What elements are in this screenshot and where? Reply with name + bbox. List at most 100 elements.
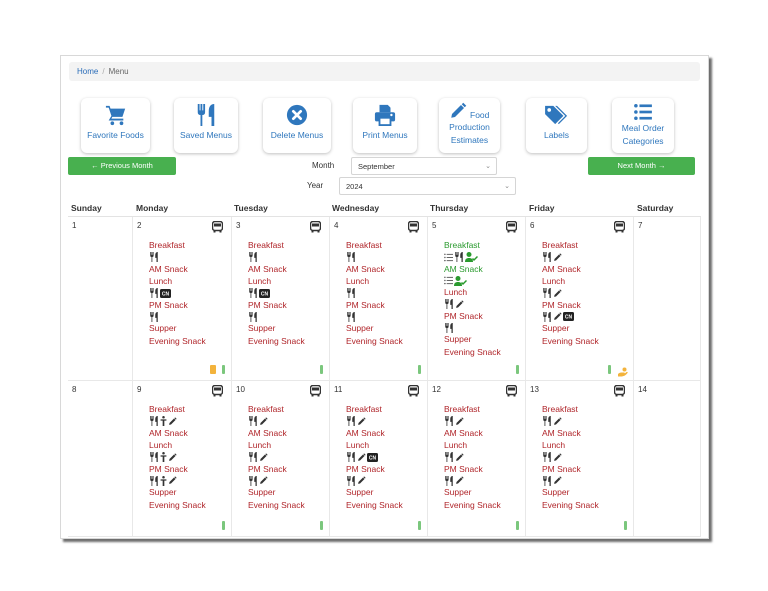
calendar-day-9[interactable]: 9 Breakfast AM Snack Lunch PM Snack Supper Eve… — [133, 381, 232, 537]
favorite-foods-button[interactable]: Favorite Foods — [81, 98, 150, 153]
delete-menus-button[interactable]: Delete Menus — [263, 98, 331, 153]
meal-link[interactable]: Lunch — [346, 439, 403, 452]
bus-icon[interactable] — [505, 220, 518, 238]
meal-link[interactable]: Supper — [542, 322, 599, 335]
meal-link[interactable]: Supper — [542, 486, 599, 499]
meal-link[interactable]: AM Snack — [149, 263, 206, 276]
meal-link[interactable]: Evening Snack — [542, 499, 599, 512]
meal-link[interactable]: Breakfast — [149, 403, 206, 416]
meal-link[interactable]: Evening Snack — [542, 335, 599, 348]
calendar-day-2[interactable]: 2 Breakfast AM Snack Lunch CN PM Snack Supper E… — [133, 217, 232, 381]
meal-link[interactable]: Supper — [444, 333, 501, 346]
bus-icon[interactable] — [613, 220, 626, 238]
calendar-day-5[interactable]: 5 Breakfast AM Snack Lunch PM Snack Supper Eve… — [428, 217, 526, 381]
meal-link[interactable]: Evening Snack — [346, 335, 403, 348]
meal-link[interactable]: Supper — [248, 486, 305, 499]
meal-link[interactable]: Lunch — [346, 275, 403, 288]
meal-link[interactable]: PM Snack — [248, 299, 305, 312]
bus-icon[interactable] — [211, 220, 224, 238]
bus-icon[interactable] — [309, 220, 322, 238]
meal-link[interactable]: PM Snack — [346, 299, 403, 312]
meal-link[interactable]: Lunch — [542, 275, 599, 288]
meal-link[interactable]: Breakfast — [149, 239, 206, 252]
battery-icon[interactable] — [418, 365, 421, 374]
meal-link[interactable]: PM Snack — [542, 463, 599, 476]
battery-icon[interactable] — [320, 365, 323, 374]
calendar-day-10[interactable]: 10 Breakfast AM Snack Lunch PM Snack Supper Ev… — [232, 381, 330, 537]
food-production-estimates-button[interactable]: Food Production Estimates — [439, 98, 500, 153]
calendar-day-3[interactable]: 3 Breakfast AM Snack Lunch CN PM Snack Supper E… — [232, 217, 330, 381]
meal-link[interactable]: AM Snack — [346, 427, 403, 440]
meal-link[interactable]: Evening Snack — [149, 335, 206, 348]
meal-link[interactable]: Breakfast — [248, 403, 305, 416]
meal-link[interactable]: Breakfast — [248, 239, 305, 252]
calendar-day-6[interactable]: 6 Breakfast AM Snack Lunch PM Snack CN Supper E… — [526, 217, 634, 381]
meal-link[interactable]: Evening Snack — [149, 499, 206, 512]
meal-link[interactable]: PM Snack — [346, 463, 403, 476]
calendar-day-7[interactable]: 7 — [634, 217, 701, 381]
meal-link[interactable]: Supper — [346, 486, 403, 499]
meal-link[interactable]: Lunch — [248, 275, 305, 288]
meal-link[interactable]: Breakfast — [346, 239, 403, 252]
bus-icon[interactable] — [309, 384, 322, 402]
calendar-day-12[interactable]: 12 Breakfast AM Snack Lunch PM Snack Supper Ev… — [428, 381, 526, 537]
bus-icon[interactable] — [407, 220, 420, 238]
meal-link[interactable]: Supper — [444, 486, 501, 499]
meal-link[interactable]: Lunch — [149, 275, 206, 288]
meal-link[interactable]: Breakfast — [444, 403, 501, 416]
meal-link[interactable]: Breakfast — [346, 403, 403, 416]
meal-link[interactable]: AM Snack — [542, 427, 599, 440]
meal-link[interactable]: PM Snack — [444, 310, 501, 323]
labels-button[interactable]: Labels — [526, 98, 587, 153]
calendar-day-13[interactable]: 13 Breakfast AM Snack Lunch PM Snack Supper Ev… — [526, 381, 634, 537]
bus-icon[interactable] — [613, 384, 626, 402]
meal-link[interactable]: Breakfast — [542, 403, 599, 416]
battery-icon[interactable] — [624, 521, 627, 530]
meal-link[interactable]: Supper — [248, 322, 305, 335]
meal-link[interactable]: AM Snack — [346, 263, 403, 276]
meal-link[interactable]: Breakfast — [542, 239, 599, 252]
battery-icon[interactable] — [222, 365, 225, 374]
meal-link[interactable]: PM Snack — [444, 463, 501, 476]
calendar-day-1[interactable]: 1 — [68, 217, 133, 381]
meal-link[interactable]: Evening Snack — [248, 499, 305, 512]
battery-icon[interactable] — [222, 521, 225, 530]
meal-link[interactable]: Evening Snack — [444, 346, 501, 359]
meal-link[interactable]: Supper — [149, 486, 206, 499]
meal-link[interactable]: PM Snack — [149, 299, 206, 312]
next-month-button[interactable]: Next Month → — [588, 157, 695, 175]
meal-link[interactable]: Breakfast — [444, 239, 501, 252]
meal-link[interactable]: Supper — [149, 322, 206, 335]
meal-link[interactable]: Lunch — [444, 439, 501, 452]
breadcrumb-home-link[interactable]: Home — [77, 67, 98, 76]
month-select[interactable]: September ⌄ — [351, 157, 497, 175]
meal-link[interactable]: AM Snack — [149, 427, 206, 440]
battery-icon[interactable] — [516, 521, 519, 530]
meal-link[interactable]: AM Snack — [542, 263, 599, 276]
saved-menus-button[interactable]: Saved Menus — [174, 98, 238, 153]
bus-icon[interactable] — [407, 384, 420, 402]
battery-icon[interactable] — [418, 521, 421, 530]
meal-link[interactable]: PM Snack — [149, 463, 206, 476]
meal-link[interactable]: Lunch — [444, 286, 501, 299]
meal-link[interactable]: Lunch — [149, 439, 206, 452]
calendar-day-14[interactable]: 14 — [634, 381, 701, 537]
previous-month-button[interactable]: ← Previous Month — [68, 157, 176, 175]
meal-link[interactable]: AM Snack — [248, 263, 305, 276]
calendar-day-8[interactable]: 8 — [68, 381, 133, 537]
meal-link[interactable]: Evening Snack — [346, 499, 403, 512]
bus-icon[interactable] — [505, 384, 518, 402]
bus-icon[interactable] — [211, 384, 224, 402]
battery-icon[interactable] — [320, 521, 323, 530]
calendar-day-11[interactable]: 11 Breakfast AM Snack Lunch CN PM Snack Supper… — [330, 381, 428, 537]
hand-holding-icon[interactable] — [617, 364, 628, 377]
meal-link[interactable]: Lunch — [248, 439, 305, 452]
note-icon[interactable] — [210, 365, 216, 374]
meal-link[interactable]: PM Snack — [542, 299, 599, 312]
meal-link[interactable]: Lunch — [542, 439, 599, 452]
meal-link[interactable]: Evening Snack — [248, 335, 305, 348]
meal-link[interactable]: AM Snack — [444, 427, 501, 440]
meal-link[interactable]: Supper — [346, 322, 403, 335]
print-menus-button[interactable]: Print Menus — [353, 98, 417, 153]
meal-link[interactable]: AM Snack — [248, 427, 305, 440]
